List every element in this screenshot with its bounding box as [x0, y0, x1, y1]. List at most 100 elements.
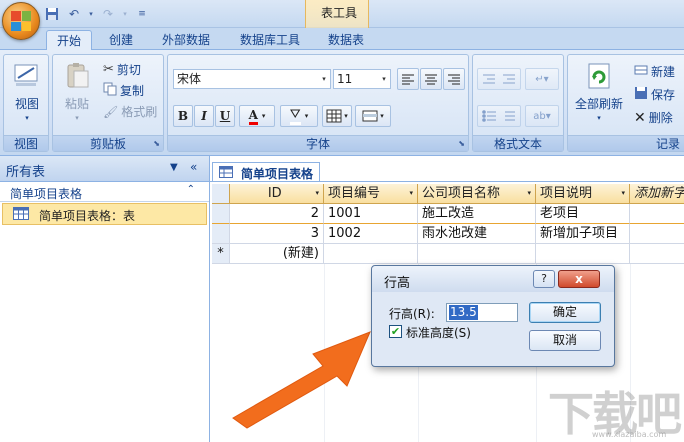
- cell-code[interactable]: 1001: [324, 204, 418, 224]
- navigation-pane: 所有表 ▼ « 简单项目表格 ⌃ 简单项目表格：表: [0, 156, 210, 442]
- redo-dropdown-icon[interactable]: ▾: [122, 6, 128, 22]
- cell-empty[interactable]: [630, 244, 684, 264]
- new-row-label[interactable]: (新建): [230, 244, 324, 264]
- nav-dropdown-icon[interactable]: ▼: [170, 162, 178, 173]
- bold-button[interactable]: B: [173, 105, 193, 127]
- cancel-button[interactable]: 取消: [529, 330, 601, 351]
- column-header[interactable]: 项目说明 ▾: [536, 184, 630, 204]
- delete-record-button[interactable]: ✕ 删除: [634, 109, 673, 127]
- cell-desc[interactable]: 老项目: [536, 204, 630, 224]
- new-record-button[interactable]: 新建: [634, 63, 675, 81]
- nav-title: 所有表: [6, 165, 46, 180]
- tab-database-tools[interactable]: 数据库工具: [230, 30, 310, 50]
- italic-button[interactable]: I: [194, 105, 214, 127]
- select-all-corner[interactable]: [212, 184, 230, 204]
- cell-empty[interactable]: [418, 244, 536, 264]
- cell-name[interactable]: 施工改造: [418, 204, 536, 224]
- gridlines-button[interactable]: ▾: [322, 105, 352, 127]
- align-right-button[interactable]: [443, 68, 465, 90]
- cell-id[interactable]: 3: [230, 224, 324, 244]
- table-row[interactable]: 2 1001 施工改造 老项目: [212, 204, 684, 224]
- customize-qat-icon[interactable]: ≡: [134, 6, 150, 22]
- undo-icon[interactable]: ↶: [66, 6, 82, 22]
- font-launcher-icon[interactable]: ⬊: [458, 139, 465, 148]
- cell-id[interactable]: 2: [230, 204, 324, 224]
- scissors-icon: ✂: [103, 62, 114, 77]
- undo-dropdown-icon[interactable]: ▾: [88, 6, 94, 22]
- ok-button[interactable]: 确定: [529, 302, 601, 323]
- group-records: 全部刷新 ▾ 新建 保存 ✕ 删除 记录: [567, 54, 684, 152]
- group-view: 视图 ▾ 视图: [3, 54, 49, 152]
- align-center-button[interactable]: [420, 68, 442, 90]
- paragraph-direction-button[interactable]: ↵▾: [525, 68, 559, 90]
- cut-label: 剪切: [116, 63, 141, 77]
- column-header-add-field[interactable]: 添加新字段: [630, 184, 684, 204]
- tab-external-data[interactable]: 外部数据: [150, 30, 222, 50]
- cell-desc[interactable]: 新增加子项目: [536, 224, 630, 244]
- gridlines-icon: [326, 109, 342, 123]
- redo-icon[interactable]: ↷: [100, 6, 116, 22]
- table-icon: [219, 166, 233, 178]
- cell-empty[interactable]: [630, 204, 684, 224]
- cell-name[interactable]: 雨水池改建: [418, 224, 536, 244]
- cell-empty[interactable]: [324, 244, 418, 264]
- nav-shutter-icon[interactable]: «: [190, 160, 197, 174]
- new-row[interactable]: * (新建): [212, 244, 684, 264]
- nav-group[interactable]: 简单项目表格 ⌃: [0, 182, 209, 202]
- cut-button[interactable]: ✂ 剪切: [103, 61, 141, 79]
- cell-empty[interactable]: [630, 224, 684, 244]
- quick-access-toolbar: ↶ ▾ ↷ ▾ ≡: [44, 5, 150, 23]
- standard-height-label[interactable]: 标准高度(S): [406, 324, 471, 341]
- tab-datasheet[interactable]: 数据表: [318, 30, 374, 50]
- save-icon[interactable]: [44, 6, 60, 22]
- format-painter-button[interactable]: 🖌 格式刷: [103, 103, 157, 121]
- document-tab[interactable]: 简单项目表格: [212, 162, 320, 182]
- clipboard-launcher-icon[interactable]: ⬊: [153, 139, 160, 148]
- table-row[interactable]: 3 1002 雨水池改建 新增加子项目: [212, 224, 684, 244]
- standard-height-checkbox[interactable]: ✔: [389, 325, 402, 338]
- help-button[interactable]: ?: [533, 270, 555, 288]
- underline-button[interactable]: U: [215, 105, 235, 127]
- save-record-button[interactable]: 保存: [634, 86, 675, 104]
- row-selector[interactable]: [212, 204, 230, 224]
- alternate-fill-dropdown-icon: ▾: [380, 112, 384, 120]
- copy-button[interactable]: 复制: [103, 82, 144, 100]
- office-button[interactable]: [2, 2, 40, 40]
- highlight-button[interactable]: ab▾: [525, 105, 559, 127]
- close-button[interactable]: x: [558, 270, 600, 288]
- collapse-icon[interactable]: ⌃: [187, 184, 195, 195]
- font-color-button[interactable]: A ▾: [239, 105, 275, 127]
- font-size-dropdown-icon[interactable]: ▾: [378, 70, 390, 88]
- nav-group-label: 简单项目表格: [10, 187, 83, 201]
- new-row-marker[interactable]: *: [212, 244, 230, 264]
- paste-button[interactable]: 粘贴 ▾: [57, 61, 97, 122]
- group-rich-text-label: 格式文本: [473, 135, 563, 151]
- tab-home[interactable]: 开始: [46, 30, 92, 51]
- view-button[interactable]: 视图 ▾: [8, 61, 46, 122]
- refresh-all-button[interactable]: 全部刷新 ▾: [570, 61, 628, 122]
- list-buttons[interactable]: [477, 105, 521, 127]
- row-selector[interactable]: [212, 224, 230, 244]
- align-left-button[interactable]: [397, 68, 419, 90]
- document-tab-label: 简单项目表格: [241, 167, 314, 181]
- row-height-input[interactable]: 13.5: [446, 303, 518, 322]
- cell-empty[interactable]: [536, 244, 630, 264]
- column-header[interactable]: 项目编号 ▾: [324, 184, 418, 204]
- font-size-combo[interactable]: 11 ▾: [333, 69, 391, 89]
- align-center-icon: [425, 74, 437, 85]
- alternate-fill-button[interactable]: ▾: [355, 105, 391, 127]
- tab-create[interactable]: 创建: [98, 30, 144, 50]
- nav-item-table[interactable]: 简单项目表格：表: [2, 203, 207, 225]
- column-header[interactable]: 公司项目名称 ▾: [418, 184, 536, 204]
- new-record-icon: [634, 63, 648, 81]
- font-name-dropdown-icon[interactable]: ▾: [318, 70, 330, 88]
- font-size-value: 11: [337, 72, 353, 86]
- indent-buttons[interactable]: [477, 68, 521, 90]
- column-header[interactable]: ID ▾: [230, 184, 324, 204]
- fill-bucket-icon: ⛛: [289, 107, 301, 125]
- group-records-label: 记录: [568, 135, 684, 151]
- font-name-combo[interactable]: 宋体 ▾: [173, 69, 331, 89]
- cell-code[interactable]: 1002: [324, 224, 418, 244]
- fill-color-button[interactable]: ⛛ ▾: [280, 105, 318, 127]
- nav-header[interactable]: 所有表 ▼ «: [0, 156, 209, 182]
